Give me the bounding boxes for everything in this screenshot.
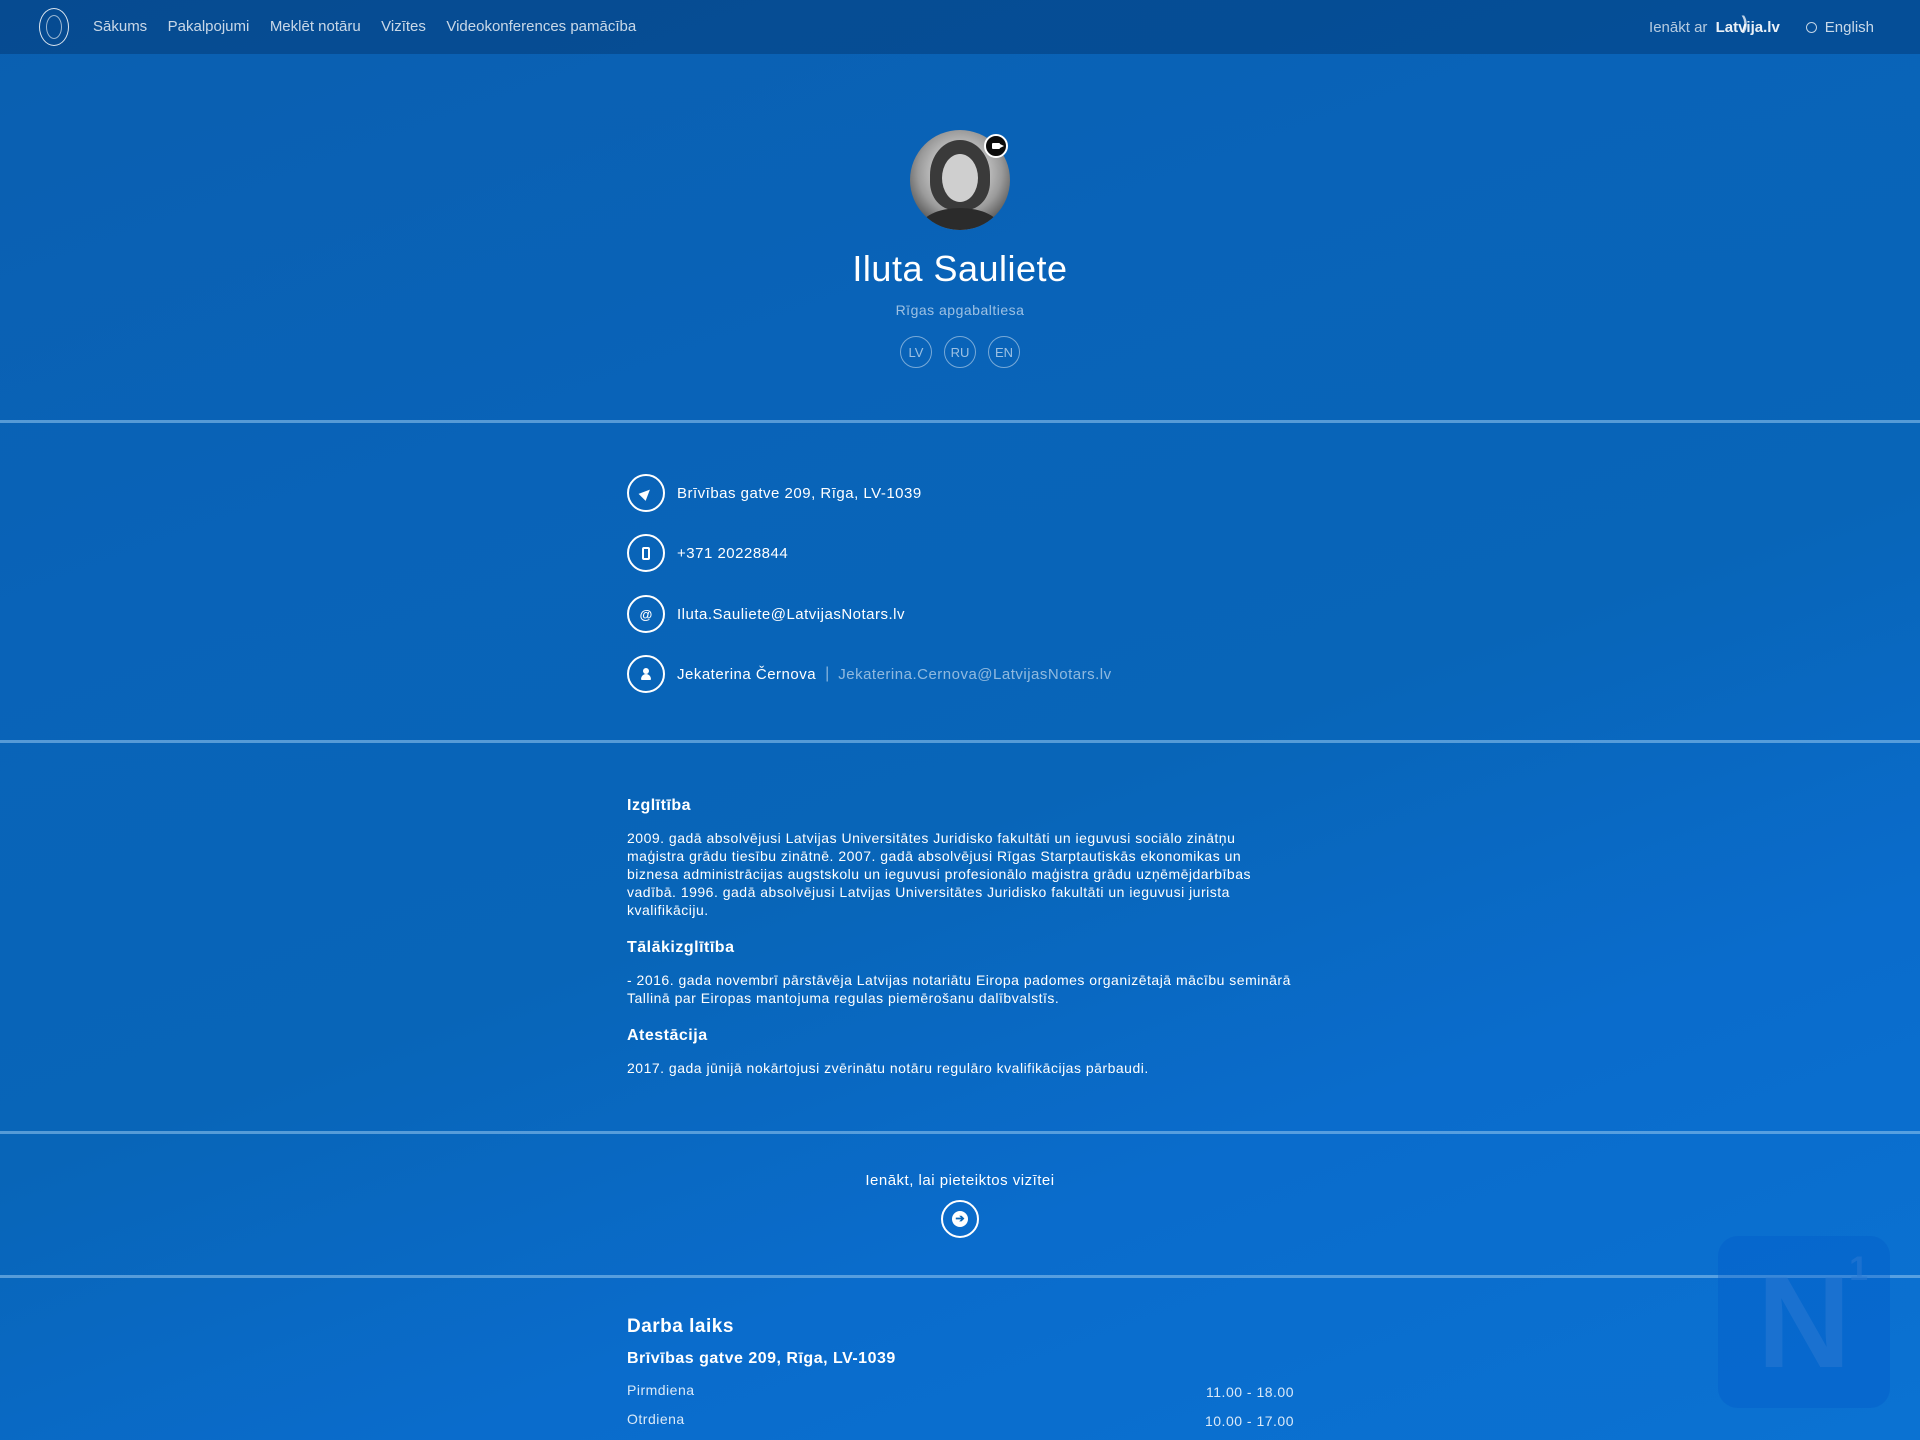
hours-row: Pirmdiena 11.00 - 18.00 — [627, 1382, 1294, 1411]
address-text: Brīvības gatve 209, Rīga, LV-1039 — [677, 484, 922, 502]
attestation-text: 2017. gada jūnijā nokārtojusi zvērinātu … — [627, 1060, 1149, 1076]
contact-address: Brīvības gatve 209, Rīga, LV-1039 — [627, 473, 1112, 513]
watermark-logo: N1 — [1718, 1236, 1890, 1408]
login-label: Ienākt ar — [1649, 18, 1708, 36]
section-divider — [0, 1131, 1920, 1134]
arrow-right-icon: ➔ — [955, 1212, 965, 1225]
working-hours-address: Brīvības gatve 209, Rīga, LV-1039 — [627, 1350, 896, 1367]
globe-icon — [1805, 21, 1817, 33]
assistant-name: Jekaterina Černova — [677, 665, 817, 683]
language-badge-lv: LV — [900, 336, 932, 368]
hours-day: Pirmdiena — [627, 1382, 695, 1398]
visit-booking-button[interactable]: ➔ — [941, 1200, 979, 1238]
assistant-separator: | — [825, 665, 830, 682]
further-education-heading: Tālākizglītība — [627, 939, 735, 956]
notary-council-logo[interactable] — [39, 8, 69, 46]
language-list: LV RU EN — [0, 336, 1920, 368]
hours-row: Otrdiena 10.00 - 17.00 — [627, 1411, 1294, 1440]
notary-name: Iluta Sauliete — [852, 248, 1068, 289]
phone-link[interactable]: +371 20228844 — [677, 545, 788, 562]
contact-email: @ Iluta.Sauliete@LatvijasNotars.lv — [627, 594, 1112, 634]
latvija-brand: Latvija.lv) — [1715, 12, 1780, 36]
notary-biography: Izglītība 2009. gadā absolvējusi Latvija… — [627, 797, 1297, 1097]
visit-booking-label: Ienākt, lai pieteiktos vizītei — [865, 1172, 1055, 1189]
nav-item-services[interactable]: Pakalpojumi — [168, 18, 250, 35]
further-education-text: - 2016. gada novembrī pārstāvēja Latvija… — [627, 972, 1291, 1006]
language-badge-en: EN — [988, 336, 1020, 368]
language-switcher[interactable]: English — [1805, 18, 1874, 36]
contact-assistant: Jekaterina Černova | Jekaterina.Cernova@… — [627, 654, 1112, 694]
working-hours: Darba laiks Brīvības gatve 209, Rīga, LV… — [627, 1316, 1294, 1440]
location-arrow-icon — [627, 474, 665, 512]
top-navigation-bar: Sākums Pakalpojumi Meklēt notāru Vizītes… — [0, 0, 1920, 54]
hours-time: 11.00 - 18.00 — [1206, 1384, 1294, 1400]
nav-item-find-notary[interactable]: Meklēt notāru — [270, 18, 361, 35]
hours-time: 10.00 - 17.00 — [1204, 1413, 1294, 1429]
education-text: 2009. gadā absolvējusi Latvijas Universi… — [627, 830, 1251, 918]
contact-phone: +371 20228844 — [627, 533, 1112, 573]
notary-profile-header: Iluta Sauliete Rīgas apgabaltiesa LV RU … — [0, 130, 1920, 368]
assistant-email-link[interactable]: Jekaterina.Cernova@LatvijasNotars.lv — [838, 666, 1111, 683]
at-sign-icon: @ — [627, 595, 665, 633]
mobile-phone-icon — [627, 534, 665, 572]
email-link[interactable]: Iluta.Sauliete@LatvijasNotars.lv — [677, 606, 905, 623]
hours-day: Otrdiena — [627, 1411, 685, 1427]
visit-booking: Ienākt, lai pieteiktos vizītei ➔ — [0, 1172, 1920, 1238]
contact-list: Brīvības gatve 209, Rīga, LV-1039 +371 2… — [627, 473, 1112, 714]
video-camera-icon — [984, 134, 1008, 158]
section-divider — [0, 420, 1920, 423]
nav-item-visits[interactable]: Vizītes — [381, 18, 426, 35]
login-latvija-link[interactable]: Ienākt ar Latvija.lv) — [1649, 12, 1780, 36]
court-name: Rīgas apgabaltiesa — [895, 302, 1025, 318]
avatar-container — [910, 130, 1010, 230]
latvija-swoosh-icon: ) — [1741, 12, 1748, 33]
section-divider — [0, 1275, 1920, 1278]
working-hours-title: Darba laiks — [627, 1316, 734, 1337]
section-divider — [0, 740, 1920, 743]
main-nav: Sākums Pakalpojumi Meklēt notāru Vizītes… — [93, 18, 652, 36]
user-icon — [627, 655, 665, 693]
nav-item-video-guide[interactable]: Videokonferences pamācība — [446, 18, 636, 35]
language-label: English — [1824, 18, 1874, 36]
topbar-right: Ienākt ar Latvija.lv) English — [1649, 0, 1874, 54]
education-heading: Izglītība — [627, 797, 692, 814]
language-badge-ru: RU — [944, 336, 976, 368]
nav-item-home[interactable]: Sākums — [93, 18, 147, 35]
attestation-heading: Atestācija — [627, 1027, 708, 1044]
